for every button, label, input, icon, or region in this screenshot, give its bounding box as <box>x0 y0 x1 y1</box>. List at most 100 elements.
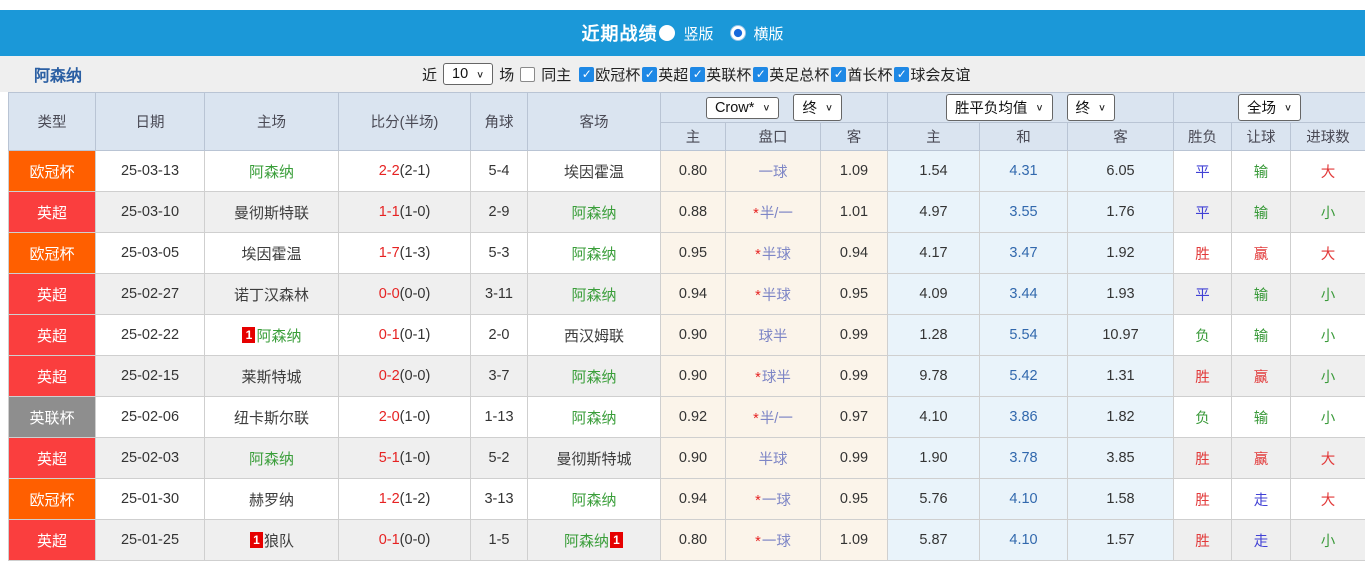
mean-draw-cell: 3.47 <box>979 232 1068 274</box>
corner-count-cell: 3-11 <box>470 273 528 315</box>
halftime-score: (1-0) <box>399 450 431 466</box>
match-type-cell: 英超 <box>8 437 96 479</box>
scope-select[interactable]: 全场 ∨ <box>1238 94 1302 121</box>
competition-filter-checkbox[interactable]: ✓ 英足总杯 <box>753 64 829 85</box>
team-name-link[interactable]: 阿森纳 <box>249 451 294 468</box>
mean-win-cell: 1.90 <box>887 437 980 479</box>
mean-lose-cell: 1.31 <box>1066 355 1175 397</box>
team-name-link[interactable]: 阿森纳 <box>571 369 616 386</box>
team-name-link[interactable]: 阿森纳 <box>256 328 301 345</box>
team-name-link[interactable]: 诺丁汉森林 <box>234 287 309 304</box>
checkbox-icon[interactable]: ✓ <box>579 66 595 82</box>
competition-filter-checkbox[interactable]: ✓ 欧冠杯 <box>579 64 640 85</box>
chevron-down-icon: ∨ <box>824 102 834 114</box>
fulltime-score: 0-1 <box>378 327 400 343</box>
chevron-down-icon: ∨ <box>1284 102 1293 114</box>
table-row: 英超 25-03-10 曼彻斯特联 1-1(1-0) 2-9 阿森纳 0.88 *半/一 1.0… <box>8 191 1365 233</box>
odds-time-select[interactable]: 终 ∨ <box>793 94 843 121</box>
team-name-heading[interactable]: 阿森纳 <box>34 62 82 86</box>
radio-button-icon[interactable] <box>729 25 746 41</box>
mean-type-select[interactable]: 胜平负均值 ∨ <box>945 94 1053 121</box>
team-name-link[interactable]: 纽卡斯尔联 <box>234 410 309 427</box>
home-team-cell: 1 阿森纳 <box>204 314 339 356</box>
checkbox-icon[interactable]: ✓ <box>894 66 910 82</box>
odds-away-cell: 0.99 <box>820 314 888 356</box>
away-team-cell: 阿森纳 <box>527 191 661 233</box>
checkbox-label: 英超 <box>658 66 689 84</box>
score-cell: 1-1(1-0) <box>338 191 471 233</box>
competition-filter-checkbox[interactable]: ✓ 酋长杯 <box>831 64 892 85</box>
mean-draw-cell: 4.10 <box>979 519 1068 561</box>
fulltime-score: 2-0 <box>378 409 400 425</box>
handicap-label: 半/一 <box>759 410 793 427</box>
odds-home-cell: 0.90 <box>660 355 726 397</box>
handicap-result-cell: 赢 <box>1231 232 1292 274</box>
mean-win-cell: 5.76 <box>887 478 980 520</box>
fulltime-score: 0-1 <box>378 532 400 548</box>
match-type-cell: 欧冠杯 <box>8 478 96 520</box>
checkbox-label: 英联杯 <box>706 66 752 84</box>
same-home-checkbox[interactable]: 同主 <box>520 64 571 85</box>
team-name-link[interactable]: 莱斯特城 <box>241 369 301 386</box>
fulltime-score: 5-1 <box>378 450 400 466</box>
team-name-link[interactable]: 阿森纳 <box>571 492 616 509</box>
team-name-link[interactable]: 西汉姆联 <box>564 328 624 345</box>
layout-radio-horizontal[interactable]: 横版 <box>729 23 784 44</box>
home-team-cell: 赫罗纳 <box>204 478 339 520</box>
subheader-odds-home: 主 <box>660 122 726 151</box>
competition-filter-checkbox[interactable]: ✓ 英联杯 <box>690 64 751 85</box>
team-name-link[interactable]: 埃因霍温 <box>564 164 624 181</box>
team-name-link[interactable]: 曼彻斯特城 <box>556 451 631 468</box>
handicap-label: 半/一 <box>759 205 793 222</box>
match-date-cell: 25-03-10 <box>95 191 205 233</box>
away-team-cell: 西汉姆联 <box>527 314 661 356</box>
handicap-cell: *半/一 <box>725 191 821 233</box>
competition-filter-checkbox[interactable]: ✓ 英超 <box>642 64 688 85</box>
checkbox-icon[interactable] <box>520 66 536 82</box>
mean-time-select[interactable]: 终 ∨ <box>1066 94 1116 121</box>
odds-away-cell: 0.99 <box>820 355 888 397</box>
team-name-link[interactable]: 狼队 <box>264 533 294 550</box>
results-table-body: 欧冠杯 25-03-13 阿森纳 2-2(2-1) 5-4 埃因霍温 0.80 一球 1.09 1… <box>8 150 1365 561</box>
team-name-link[interactable]: 阿森纳 <box>571 287 616 304</box>
halftime-score: (1-0) <box>399 409 431 425</box>
handicap-label: 半球 <box>761 246 791 263</box>
competition-badge: 欧冠杯 <box>9 151 95 191</box>
team-name-link[interactable]: 阿森纳 <box>571 205 616 222</box>
team-name-link[interactable]: 阿森纳 <box>571 410 616 427</box>
layout-radio-vertical[interactable]: 竖版 <box>659 23 714 44</box>
match-date-cell: 25-03-05 <box>95 232 205 274</box>
checkbox-icon[interactable]: ✓ <box>831 66 847 82</box>
check-icon: ✓ <box>692 67 703 81</box>
away-team-cell: 阿森纳 <box>527 232 661 274</box>
mean-win-cell: 4.17 <box>887 232 980 274</box>
odds-company-select[interactable]: Crow* ∨ <box>705 96 780 119</box>
checkbox-icon[interactable]: ✓ <box>642 66 658 82</box>
handicap-cell: *球半 <box>725 355 821 397</box>
handicap-label: 一球 <box>761 492 791 509</box>
checkbox-icon[interactable]: ✓ <box>753 66 769 82</box>
competition-badge: 英联杯 <box>9 397 95 437</box>
team-name-link[interactable]: 阿森纳 <box>249 164 294 181</box>
rank-badge: 1 <box>610 531 623 548</box>
goals-result-cell: 小 <box>1290 396 1365 438</box>
competition-filter-checkbox[interactable]: ✓ 球会友谊 <box>894 64 970 85</box>
team-name-link[interactable]: 阿森纳 <box>571 246 616 263</box>
radio-button-icon[interactable] <box>659 25 676 41</box>
team-name-link[interactable]: 曼彻斯特联 <box>234 205 309 222</box>
team-name-link[interactable]: 阿森纳 <box>564 533 609 550</box>
checkbox-icon[interactable]: ✓ <box>690 66 706 82</box>
match-count-select[interactable]: 10 ∨ <box>443 63 494 85</box>
handicap-cell: 半球 <box>725 437 821 479</box>
odds-away-cell: 0.99 <box>820 437 888 479</box>
match-date-cell: 25-03-13 <box>95 150 205 192</box>
subheader-mean-away: 客 <box>1066 122 1175 151</box>
odds-home-cell: 0.94 <box>660 478 726 520</box>
score-cell: 1-2(1-2) <box>338 478 471 520</box>
halftime-score: (1-2) <box>399 491 431 507</box>
score-cell: 0-1(0-1) <box>338 314 471 356</box>
match-type-cell: 英超 <box>8 519 96 561</box>
team-name-link[interactable]: 赫罗纳 <box>249 492 294 509</box>
team-name-link[interactable]: 埃因霍温 <box>241 246 301 263</box>
mean-lose-cell: 1.82 <box>1066 396 1175 438</box>
